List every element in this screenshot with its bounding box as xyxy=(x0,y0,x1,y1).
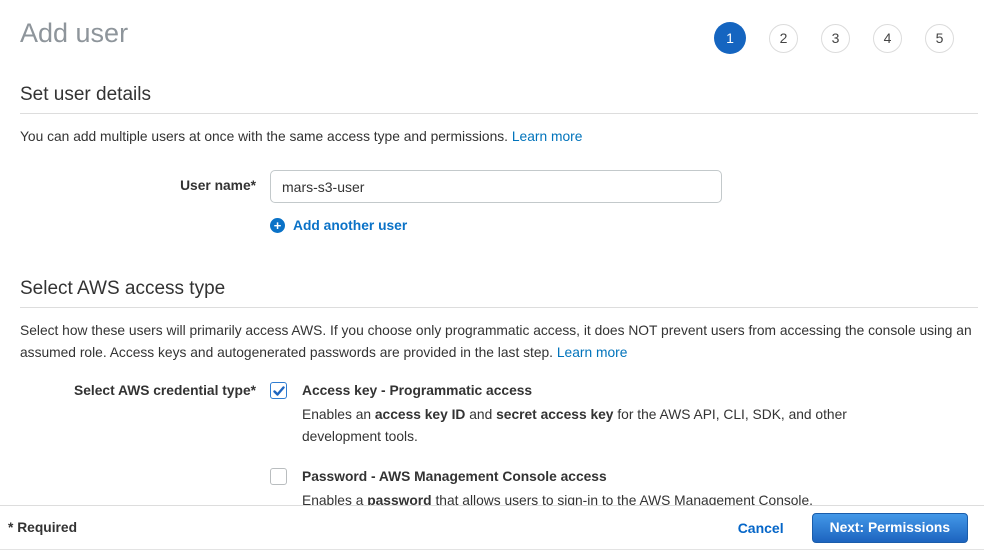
user-details-description: You can add multiple users at once with … xyxy=(20,126,978,148)
add-another-user-label: Add another user xyxy=(293,218,407,233)
section-access-type: Select AWS access type Select how these … xyxy=(0,278,984,512)
section-divider xyxy=(20,307,978,308)
programmatic-access-description: Enables an access key ID and secret acce… xyxy=(302,404,858,448)
credential-type-row: Select AWS credential type* Access key -… xyxy=(20,382,978,512)
step-5: 5 xyxy=(925,24,954,53)
section-heading-access-type: Select AWS access type xyxy=(20,278,978,300)
step-3: 3 xyxy=(821,24,850,53)
console-access-checkbox[interactable] xyxy=(270,468,287,485)
credential-options: Access key - Programmatic access Enables… xyxy=(270,382,858,512)
learn-more-link-user-details[interactable]: Learn more xyxy=(512,129,583,144)
plus-icon: + xyxy=(270,218,285,233)
username-row: User name* xyxy=(20,170,978,203)
step-4: 4 xyxy=(873,24,902,53)
wizard-footer: * Required Cancel Next: Permissions xyxy=(0,505,984,550)
option-programmatic-access: Access key - Programmatic access Enables… xyxy=(270,382,858,448)
console-access-title[interactable]: Password - AWS Management Console access xyxy=(302,468,813,485)
programmatic-access-title[interactable]: Access key - Programmatic access xyxy=(302,382,858,399)
section-set-user-details: Set user details You can add multiple us… xyxy=(0,84,984,233)
access-type-description: Select how these users will primarily ac… xyxy=(20,320,978,364)
wizard-step-indicator: 1 2 3 4 5 xyxy=(714,22,954,54)
add-another-user-link[interactable]: + Add another user xyxy=(270,218,407,233)
page-title: Add user xyxy=(20,16,128,50)
programmatic-access-checkbox[interactable] xyxy=(270,382,287,399)
learn-more-link-access-type[interactable]: Learn more xyxy=(557,345,628,360)
required-note: * Required xyxy=(8,520,77,535)
step-1: 1 xyxy=(714,22,746,54)
footer-actions: Cancel Next: Permissions xyxy=(738,513,968,543)
check-icon xyxy=(273,385,285,397)
section-divider xyxy=(20,113,978,114)
credential-type-label: Select AWS credential type* xyxy=(20,382,270,512)
username-label: User name* xyxy=(20,170,270,203)
cancel-button[interactable]: Cancel xyxy=(738,520,784,536)
page-header: Add user 1 2 3 4 5 xyxy=(0,0,984,54)
step-2: 2 xyxy=(769,24,798,53)
section-heading-user-details: Set user details xyxy=(20,84,978,106)
next-permissions-button[interactable]: Next: Permissions xyxy=(812,513,968,543)
username-input[interactable] xyxy=(270,170,722,203)
